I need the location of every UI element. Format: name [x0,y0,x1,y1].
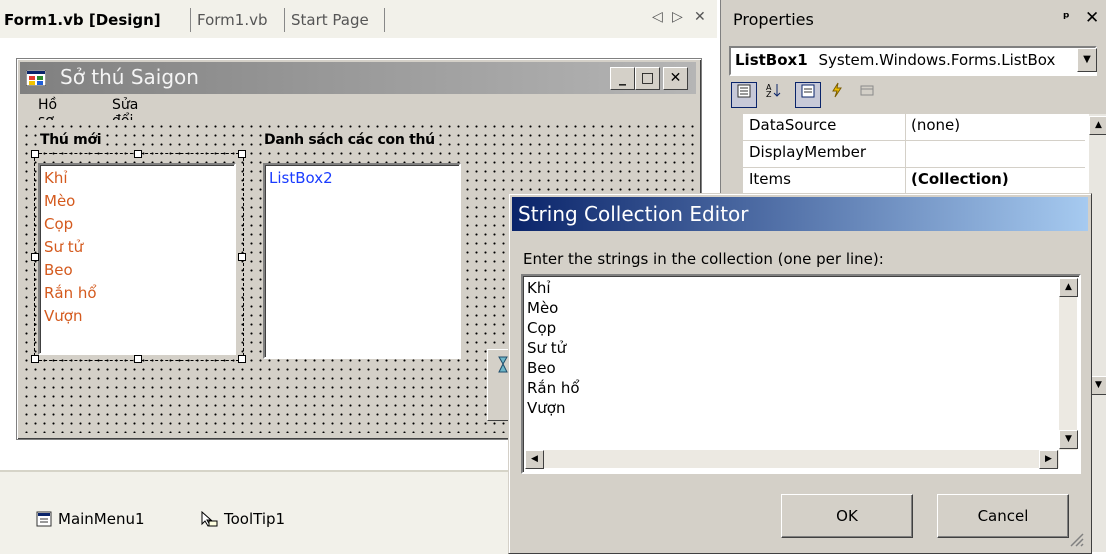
alphabetical-icon[interactable]: AZ [761,82,785,106]
tab-divider [190,8,191,32]
chevron-down-icon[interactable]: ▼ [1077,48,1097,72]
listbox1[interactable]: Khỉ Mèo Cọp Sư tử Beo Rắn hổ Vượn [38,163,236,355]
property-row-displaymember[interactable]: DisplayMember [729,141,1085,168]
text-line: Mèo [527,299,559,317]
main-menu-icon [36,511,52,527]
tab-form1-design[interactable]: Form1.vb [Design] [4,8,161,32]
scroll-up-icon[interactable]: ▲ [1089,116,1106,135]
scroll-right-icon[interactable]: ▶ [1039,450,1058,469]
property-value[interactable]: (none) [911,116,960,134]
resize-handle[interactable] [31,150,39,158]
list-item[interactable]: Sư tử [44,236,83,259]
object-name: ListBox1 [735,51,808,69]
scroll-left-icon[interactable]: ◀ [525,450,544,469]
text-line: Cọp [527,319,557,337]
minimize-button[interactable]: _ [610,67,635,90]
properties-header: Properties ᵖ ✕ [721,0,1106,40]
close-button[interactable]: ✕ [663,67,688,90]
property-name: DataSource [749,116,837,134]
resize-handle[interactable] [31,355,39,363]
tray-tooltip1[interactable]: ToolTip1 [200,510,285,528]
label-thu-moi[interactable]: Thú mới [40,132,102,148]
list-item[interactable]: Vượn [44,305,82,328]
dialog-title: String Collection Editor [518,202,749,226]
scroll-tabs-right-icon[interactable]: ▷ [672,9,683,25]
cancel-button[interactable]: Cancel [937,494,1069,538]
events-icon[interactable] [825,82,849,106]
resize-handle[interactable] [134,355,142,363]
property-row-items[interactable]: Items (Collection) [729,168,1085,195]
tab-form1-code[interactable]: Form1.vb [197,8,268,32]
designer-tab-strip: Form1.vb [Design] Form1.vb Start Page ◁ … [0,0,717,39]
property-pages-icon[interactable] [855,82,879,106]
string-collection-editor-dialog[interactable]: String Collection Editor Enter the strin… [508,193,1092,554]
tray-mainmenu1[interactable]: MainMenu1 [36,510,145,528]
list-item[interactable]: Mèo [44,190,75,213]
text-line: Khỉ [527,279,551,297]
tab-divider [284,8,285,32]
property-name: Items [749,170,791,188]
tray-label: MainMenu1 [58,510,145,528]
tooltip-icon [201,511,218,527]
resize-handle[interactable] [31,253,39,261]
resize-handle[interactable] [134,150,142,158]
text-line: Vượn [527,399,566,417]
list-item[interactable]: Rắn hổ [44,282,97,305]
text-line: Sư tử [527,339,567,357]
maximize-button[interactable]: □ [635,67,660,90]
resize-handle[interactable] [238,253,246,261]
resize-handle[interactable] [238,355,246,363]
dialog-title-bar[interactable]: String Collection Editor [512,197,1088,231]
scroll-tabs-left-icon[interactable]: ◁ [652,9,663,25]
label-danh-sach[interactable]: Danh sách các con thú [264,132,435,148]
categorized-icon[interactable] [731,82,757,108]
dialog-prompt: Enter the strings in the collection (one… [523,250,884,268]
form-title: Sở thú Saigon [60,65,199,89]
listbox2[interactable]: ListBox2 [263,163,461,359]
form-title-bar[interactable]: Sở thú Saigon _ □ ✕ [20,62,696,94]
property-value[interactable]: (Collection) [911,170,1009,188]
resize-handle[interactable] [238,150,246,158]
text-line: Rắn hổ [527,379,580,397]
vertical-scrollbar[interactable]: ▲ ▼ [1059,278,1078,450]
tray-label: ToolTip1 [224,510,286,528]
scroll-down-icon[interactable]: ▼ [1059,430,1078,449]
close-tab-icon[interactable]: ✕ [694,9,706,25]
svg-text:Z: Z [766,90,772,98]
strings-textarea[interactable]: Khỉ Mèo Cọp Sư tử Beo Rắn hổ Vượn ▲ ▼ ◀ … [521,274,1081,474]
horizontal-scrollbar[interactable]: ◀ ▶ [525,450,1059,469]
object-selector[interactable]: ListBox1 System.Windows.Forms.ListBox [729,46,1097,76]
properties-view-icon[interactable] [795,82,821,108]
property-row-datasource[interactable]: DataSource (none) [729,114,1085,141]
list-item[interactable]: Cọp [44,213,73,236]
close-icon[interactable]: ✕ [1085,8,1099,28]
properties-title: Properties [733,10,814,29]
list-item[interactable]: Khỉ [44,167,68,190]
pin-icon[interactable]: ᵖ [1063,10,1070,26]
object-type: System.Windows.Forms.ListBox [818,51,1056,69]
text-line: Beo [527,359,556,377]
scroll-up-icon[interactable]: ▲ [1059,278,1078,297]
ok-button[interactable]: OK [781,494,913,538]
list-item[interactable]: Beo [44,259,73,282]
property-name: DisplayMember [749,143,866,161]
form-app-icon [26,70,46,86]
tab-start-page[interactable]: Start Page [291,8,369,32]
list-item[interactable]: ListBox2 [269,167,333,190]
resize-grip-icon[interactable] [1065,528,1085,548]
tab-divider [384,8,385,32]
